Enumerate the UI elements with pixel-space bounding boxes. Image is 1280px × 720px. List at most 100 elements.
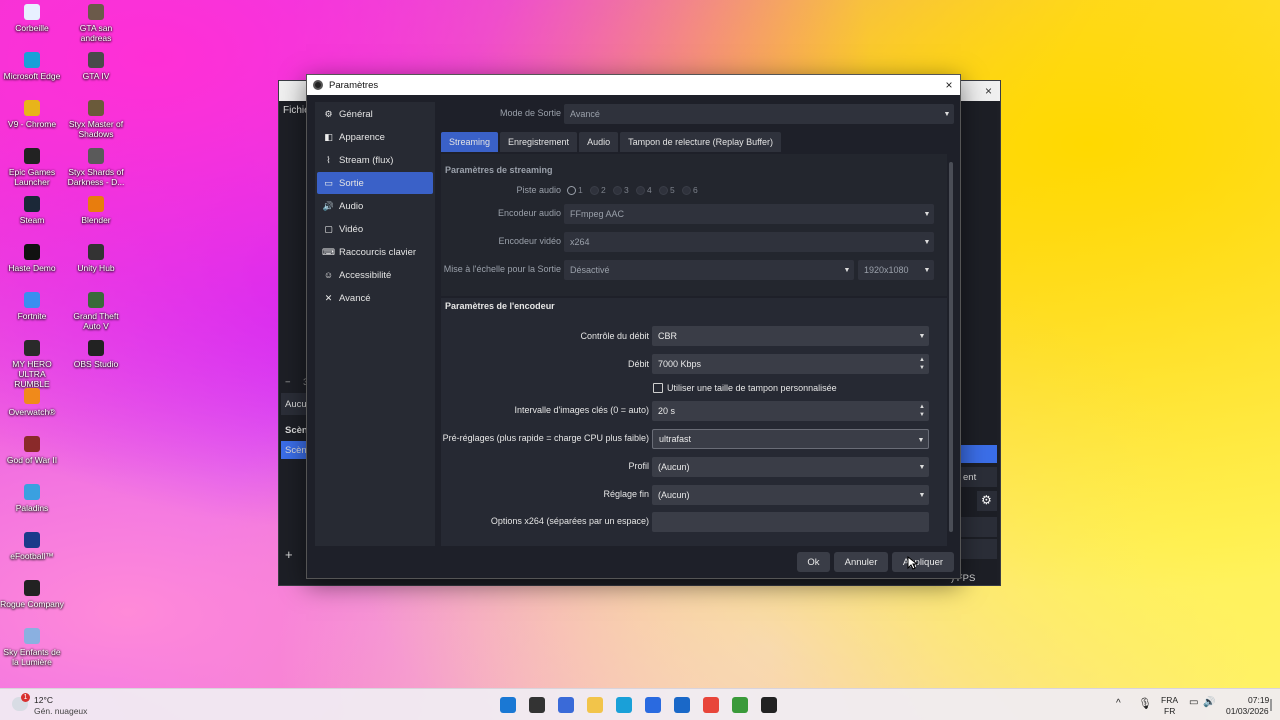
audio-encoder-select[interactable]: FFmpeg AAC ▼ xyxy=(564,204,934,224)
checkbox-box[interactable] xyxy=(653,383,663,393)
desktop-icon[interactable]: Fortnite xyxy=(0,292,64,321)
radio-dot[interactable] xyxy=(682,185,691,195)
spinner-arrows-icon[interactable]: ▲ ▼ xyxy=(915,354,929,374)
desktop-icon[interactable]: Unity Hub xyxy=(64,244,128,273)
desktop-icon[interactable]: eFootball™ xyxy=(0,532,64,561)
store-icon[interactable] xyxy=(645,697,661,713)
tab-1[interactable]: Enregistrement xyxy=(500,132,578,152)
nav-item-0[interactable]: ⚙ Général xyxy=(317,103,433,125)
app-icon xyxy=(24,292,40,308)
desktop-icon[interactable]: Epic Games Launcher xyxy=(0,148,64,187)
desktop-icon[interactable]: OBS Studio xyxy=(64,340,128,369)
bitrate-input[interactable]: 7000 Kbps ▲ ▼ xyxy=(652,354,929,374)
nav-item-2[interactable]: ⌇ Stream (flux) xyxy=(317,149,433,171)
tune-select[interactable]: (Aucun) ▼ xyxy=(652,485,929,505)
desktop-icon[interactable]: MY HERO ULTRA RUMBLE xyxy=(0,340,64,389)
tools-icon: ✕ xyxy=(324,292,333,303)
windows-start-icon[interactable] xyxy=(500,697,516,713)
outlook-icon[interactable] xyxy=(674,697,690,713)
obs-main-close-icon[interactable]: × xyxy=(985,84,992,98)
audio-track-radio[interactable]: 6 xyxy=(682,185,698,195)
weather-desc[interactable]: Gén. nuageux xyxy=(34,706,87,716)
obs-minus-label[interactable]: − xyxy=(285,377,291,388)
audio-track-radio[interactable]: 5 xyxy=(659,185,675,195)
nav-item-6[interactable]: ⌨ Raccourcis clavier xyxy=(317,241,433,263)
chrome-icon[interactable] xyxy=(703,697,719,713)
desktop-icon[interactable]: Microsoft Edge xyxy=(0,52,64,81)
output-mode-select[interactable]: Avancé ▼ xyxy=(564,104,954,124)
rescale-resolution-select[interactable]: 1920x1080 ▼ xyxy=(858,260,934,280)
custom-buffer-checkbox[interactable]: Utiliser une taille de tampon personnali… xyxy=(653,383,837,393)
obs-right-button-3[interactable] xyxy=(961,539,997,559)
microphone-icon[interactable]: 🎙 xyxy=(1138,697,1152,710)
desktop-icon[interactable]: Sky Enfants de la Lumière xyxy=(0,628,64,667)
nav-item-7[interactable]: ☺ Accessibilité xyxy=(317,264,433,286)
radio-dot[interactable] xyxy=(613,185,622,195)
desktop-icon[interactable]: V9 - Chrome xyxy=(0,100,64,129)
radio-dot[interactable] xyxy=(636,185,645,195)
obs-right-button-2[interactable] xyxy=(961,517,997,537)
nav-item-1[interactable]: ◧ Apparence xyxy=(317,126,433,148)
apply-button[interactable]: Appliquer xyxy=(892,552,954,572)
desktop-icon[interactable]: GTA IV xyxy=(64,52,128,81)
keyframe-input[interactable]: 20 s ▲ ▼ xyxy=(652,401,929,421)
nav-item-4[interactable]: 🔊 Audio xyxy=(317,195,433,217)
search-icon[interactable] xyxy=(529,697,545,713)
desktop-icon-label: Haste Demo xyxy=(8,263,56,273)
file-explorer-icon[interactable] xyxy=(587,697,603,713)
audio-track-radio[interactable]: 2 xyxy=(590,185,606,195)
desktop-icon[interactable]: Corbeille xyxy=(0,4,64,33)
video-encoder-select[interactable]: x264 ▼ xyxy=(564,232,934,252)
tab-2[interactable]: Audio xyxy=(579,132,619,152)
desktop-icon[interactable]: God of War II xyxy=(0,436,64,465)
settings-scrollbar[interactable] xyxy=(949,162,953,532)
edge-icon[interactable] xyxy=(616,697,632,713)
network-icon[interactable]: ▭ xyxy=(1189,697,1198,708)
desktop-icon[interactable]: Haste Demo xyxy=(0,244,64,273)
radio-dot[interactable] xyxy=(590,185,599,195)
ok-button[interactable]: Ok xyxy=(797,552,830,572)
desktop-icon[interactable]: Rogue Company xyxy=(0,580,64,609)
desktop-icon[interactable]: Paladins xyxy=(0,484,64,513)
language-bottom[interactable]: FR xyxy=(1164,706,1175,716)
desktop-icon[interactable]: Steam xyxy=(0,196,64,225)
desktop-icon[interactable]: Styx Master of Shadows xyxy=(64,100,128,139)
rate-control-select[interactable]: CBR ▼ xyxy=(652,326,929,346)
spinner-arrows-icon[interactable]: ▲ ▼ xyxy=(915,401,929,421)
show-desktop-button[interactable] xyxy=(1270,699,1272,711)
obs-add-scene-button[interactable]: + xyxy=(285,547,293,562)
preset-select[interactable]: ultrafast ▼ xyxy=(652,429,929,449)
radio-dot[interactable] xyxy=(567,185,576,195)
desktop-icon[interactable]: Styx Shards of Darkness - D... xyxy=(64,148,128,187)
clock-date[interactable]: 01/03/2026 xyxy=(1226,706,1269,716)
obs-icon[interactable] xyxy=(761,697,777,713)
x264-options-input[interactable] xyxy=(652,512,929,532)
nav-item-5[interactable]: ▢ Vidéo xyxy=(317,218,433,240)
language-top[interactable]: FRA xyxy=(1161,695,1178,705)
nav-item-3[interactable]: ▭ Sortie xyxy=(317,172,433,194)
tab-3[interactable]: Tampon de relecture (Replay Buffer) xyxy=(620,132,781,152)
desktop-icon[interactable]: GTA san andreas xyxy=(64,4,128,43)
audio-track-radio[interactable]: 4 xyxy=(636,185,652,195)
nav-item-8[interactable]: ✕ Avancé xyxy=(317,287,433,309)
weather-temp[interactable]: 12°C xyxy=(34,695,53,705)
audio-track-radio[interactable]: 1 xyxy=(567,185,583,195)
radio-dot[interactable] xyxy=(659,185,668,195)
audio-track-radio[interactable]: 3 xyxy=(613,185,629,195)
cancel-button[interactable]: Annuler xyxy=(834,552,888,572)
rescale-select[interactable]: Désactivé ▼ xyxy=(564,260,854,280)
desktop-icon[interactable]: Grand Theft Auto V xyxy=(64,292,128,331)
desktop-icon[interactable]: Overwatch® xyxy=(0,388,64,417)
app-icon xyxy=(88,4,104,20)
volume-icon[interactable]: 🔊 xyxy=(1203,697,1215,708)
tab-0[interactable]: Streaming xyxy=(441,132,499,152)
obs-right-blue-button[interactable] xyxy=(961,445,997,463)
close-icon[interactable]: × xyxy=(938,78,960,92)
desktop-icon-label: MY HERO ULTRA RUMBLE xyxy=(12,359,52,389)
profile-select[interactable]: (Aucun) ▼ xyxy=(652,457,929,477)
desktop-icon[interactable]: Blender xyxy=(64,196,128,225)
clock-time[interactable]: 07:19 xyxy=(1248,695,1269,705)
vegas-icon[interactable] xyxy=(732,697,748,713)
chevron-up-icon[interactable]: ^ xyxy=(1116,698,1121,709)
widgets-icon[interactable] xyxy=(558,697,574,713)
